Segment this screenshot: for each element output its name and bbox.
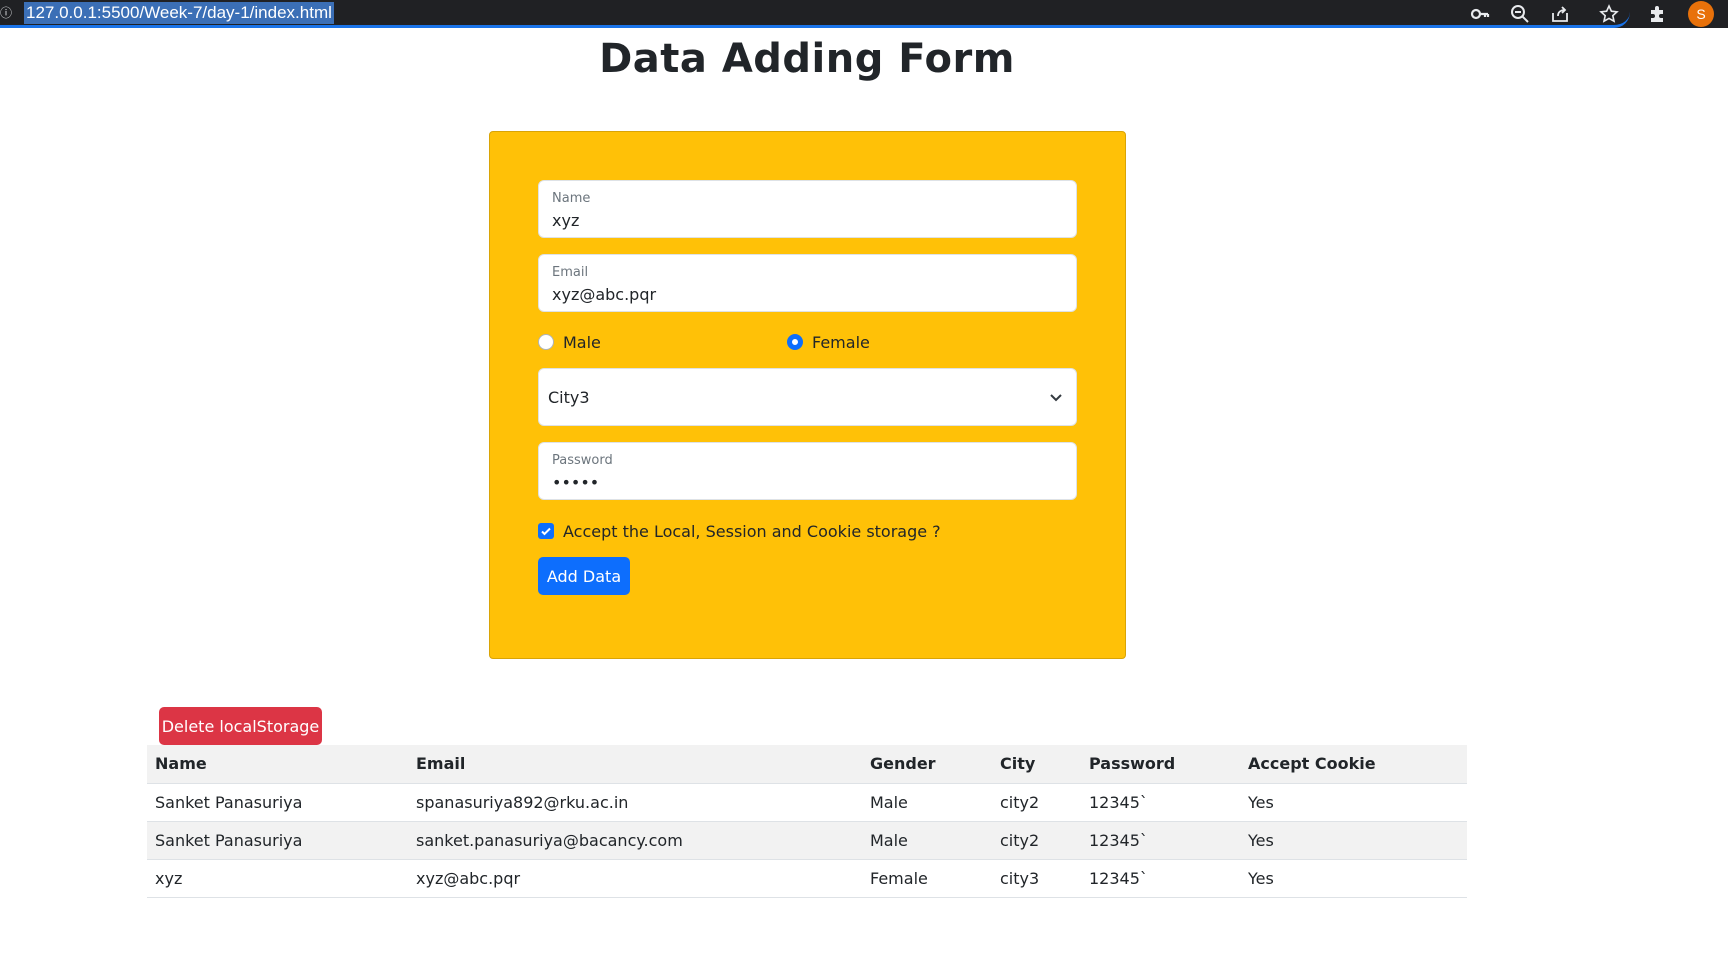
checkbox-checked-icon[interactable]: [538, 523, 554, 539]
header-gender: Gender: [862, 745, 992, 784]
cell-city: city3: [992, 859, 1081, 898]
gender-male-label: Male: [563, 332, 601, 352]
email-value[interactable]: xyz@abc.pqr: [552, 285, 656, 304]
cell-accept-cookie: Yes: [1240, 821, 1467, 860]
gender-female-radio[interactable]: Female: [787, 330, 870, 354]
cell-name: Sanket Panasuriya: [147, 821, 408, 860]
password-value[interactable]: •••••: [552, 473, 599, 492]
email-field[interactable]: Email xyz@abc.pqr: [538, 254, 1077, 312]
header-email: Email: [408, 745, 862, 784]
table-header-row: Name Email Gender City Password Accept C…: [147, 745, 1467, 784]
chevron-down-icon: [1050, 394, 1062, 402]
header-name: Name: [147, 745, 408, 784]
cell-name: Sanket Panasuriya: [147, 783, 408, 822]
cell-city: city2: [992, 783, 1081, 822]
table-row: Sanket Panasuriya spanasuriya892@rku.ac.…: [147, 783, 1467, 822]
email-label: Email: [552, 265, 589, 280]
data-table: Name Email Gender City Password Accept C…: [147, 745, 1467, 898]
name-field[interactable]: Name xyz: [538, 180, 1077, 238]
add-data-button[interactable]: Add Data: [538, 557, 630, 595]
key-icon[interactable]: [1470, 4, 1490, 24]
cell-gender: Male: [862, 821, 992, 860]
header-city: City: [992, 745, 1081, 784]
share-icon[interactable]: [1550, 4, 1570, 24]
cell-name: xyz: [147, 859, 408, 898]
cell-gender: Male: [862, 783, 992, 822]
gender-radio-group: Male Female: [538, 330, 1077, 354]
extensions-icon[interactable]: [1648, 4, 1668, 24]
url-text[interactable]: 127.0.0.1:5500/Week-7/day-1/index.html: [24, 2, 334, 24]
city-select[interactable]: City3: [538, 368, 1077, 426]
cell-accept-cookie: Yes: [1240, 783, 1467, 822]
header-password: Password: [1081, 745, 1240, 784]
cell-password: 12345`: [1081, 859, 1240, 898]
name-value[interactable]: xyz: [552, 211, 579, 230]
cell-email: spanasuriya892@rku.ac.in: [408, 783, 862, 822]
password-field[interactable]: Password •••••: [538, 442, 1077, 500]
zoom-icon[interactable]: [1510, 4, 1530, 24]
accept-storage-checkbox[interactable]: Accept the Local, Session and Cookie sto…: [538, 519, 941, 543]
cell-email: xyz@abc.pqr: [408, 859, 862, 898]
profile-avatar[interactable]: S: [1688, 1, 1714, 27]
password-label: Password: [552, 453, 613, 468]
data-form: Name xyz Email xyz@abc.pqr Male Female C…: [489, 131, 1126, 659]
table-row: Sanket Panasuriya sanket.panasuriya@baca…: [147, 821, 1467, 860]
delete-localstorage-button[interactable]: Delete localStorage: [159, 707, 322, 745]
cell-gender: Female: [862, 859, 992, 898]
cell-password: 12345`: [1081, 821, 1240, 860]
radio-unchecked-icon[interactable]: [538, 334, 554, 350]
star-icon[interactable]: [1599, 4, 1619, 24]
cell-accept-cookie: Yes: [1240, 859, 1467, 898]
header-accept-cookie: Accept Cookie: [1240, 745, 1467, 784]
cell-password: 12345`: [1081, 783, 1240, 822]
gender-female-label: Female: [812, 332, 870, 352]
table-row: xyz xyz@abc.pqr Female city3 12345` Yes: [147, 859, 1467, 898]
gender-male-radio[interactable]: Male: [538, 330, 601, 354]
cell-city: city2: [992, 821, 1081, 860]
browser-toolbar: ⓘ 127.0.0.1:5500/Week-7/day-1/index.html…: [0, 0, 1728, 28]
site-info-icon[interactable]: ⓘ: [0, 3, 14, 23]
accept-storage-label: Accept the Local, Session and Cookie sto…: [563, 521, 941, 541]
page-title: Data Adding Form: [599, 36, 1015, 82]
cell-email: sanket.panasuriya@bacancy.com: [408, 821, 862, 860]
city-selected-value: City3: [548, 388, 590, 407]
address-bar[interactable]: ⓘ 127.0.0.1:5500/Week-7/day-1/index.html: [0, 0, 1630, 28]
name-label: Name: [552, 191, 591, 206]
radio-checked-icon[interactable]: [787, 334, 803, 350]
